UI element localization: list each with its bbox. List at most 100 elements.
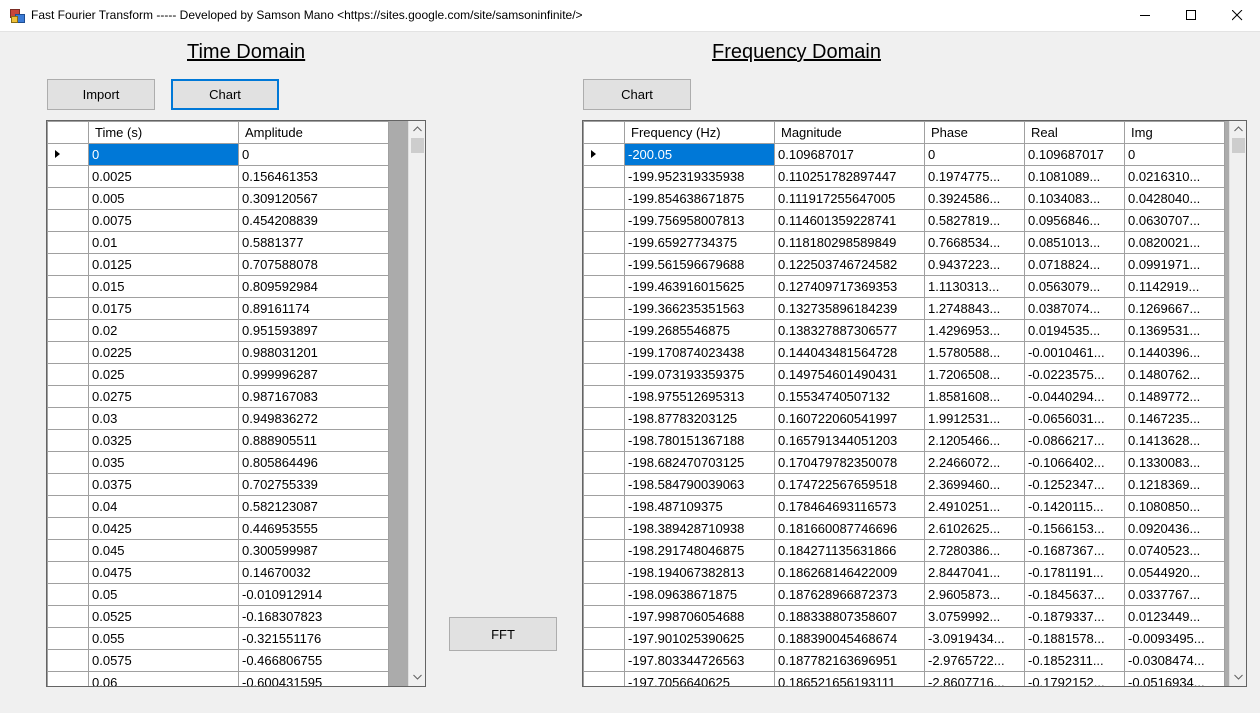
column-header[interactable]: Time (s)	[88, 121, 239, 144]
table-cell[interactable]: 0.5881377	[238, 231, 389, 254]
table-cell[interactable]: 0.446953555	[238, 517, 389, 540]
row-header[interactable]	[47, 297, 89, 320]
table-cell[interactable]: 0.888905511	[238, 429, 389, 452]
table-cell[interactable]: 0.045	[88, 539, 239, 562]
table-cell[interactable]: 0.02	[88, 319, 239, 342]
row-header[interactable]	[583, 363, 625, 386]
table-cell[interactable]: 0.0194535...	[1024, 319, 1125, 342]
row-header[interactable]	[583, 517, 625, 540]
table-row[interactable]: 0.06 -0.600431595	[47, 671, 389, 686]
table-cell[interactable]: 0.309120567	[238, 187, 389, 210]
table-row[interactable]: -198.194067382813 0.186268146422009 2.8447…	[583, 561, 1225, 584]
row-header[interactable]	[47, 451, 89, 474]
table-cell[interactable]: -0.0308474...	[1124, 649, 1225, 672]
table-cell[interactable]: 0.702755339	[238, 473, 389, 496]
table-cell[interactable]: -0.0866217...	[1024, 429, 1125, 452]
row-header[interactable]	[583, 143, 625, 166]
table-cell[interactable]: 0.178464693116573	[774, 495, 925, 518]
row-header[interactable]	[583, 231, 625, 254]
table-cell[interactable]: 0	[88, 143, 239, 166]
table-cell[interactable]: -199.65927734375	[624, 231, 775, 254]
table-row[interactable]: -198.487109375 0.178464693116573 2.4910251…	[583, 495, 1225, 518]
table-cell[interactable]: 0.454208839	[238, 209, 389, 232]
table-cell[interactable]: -0.1252347...	[1024, 473, 1125, 496]
table-cell[interactable]: -197.803344726563	[624, 649, 775, 672]
table-row[interactable]: 0.0375 0.702755339	[47, 473, 389, 496]
table-cell[interactable]: 0.144043481564728	[774, 341, 925, 364]
table-cell[interactable]: 0.0563079...	[1024, 275, 1125, 298]
scroll-down-arrow[interactable]	[409, 669, 425, 686]
table-cell[interactable]: -0.168307823	[238, 605, 389, 628]
table-cell[interactable]: -2.8607716...	[924, 671, 1025, 686]
table-row[interactable]: -198.682470703125 0.170479782350078 2.2466…	[583, 451, 1225, 474]
table-row[interactable]: 0.0025 0.156461353	[47, 165, 389, 188]
time-domain-grid[interactable]: Time (s) Amplitude 0 0 0.0025 0.156461353 0.0…	[46, 120, 426, 687]
table-cell[interactable]: -0.466806755	[238, 649, 389, 672]
table-cell[interactable]: -198.09638671875	[624, 583, 775, 606]
table-row[interactable]: 0.005 0.309120567	[47, 187, 389, 210]
table-cell[interactable]: 0.0216310...	[1124, 165, 1225, 188]
table-cell[interactable]: 0.707588078	[238, 253, 389, 276]
table-row[interactable]: 0.015 0.809592984	[47, 275, 389, 298]
table-cell[interactable]: 0.0125	[88, 253, 239, 276]
table-row[interactable]: -198.975512695313 0.15534740507132 1.85816…	[583, 385, 1225, 408]
row-header[interactable]	[47, 605, 89, 628]
table-cell[interactable]: 0.3924586...	[924, 187, 1025, 210]
table-row[interactable]: 0.055 -0.321551176	[47, 627, 389, 650]
table-cell[interactable]: 2.2466072...	[924, 451, 1025, 474]
scroll-thumb[interactable]	[1232, 138, 1245, 153]
table-cell[interactable]: 0.1330083...	[1124, 451, 1225, 474]
row-header[interactable]	[583, 671, 625, 686]
table-row[interactable]: -199.2685546875 0.138327887306577 1.429695…	[583, 319, 1225, 342]
table-cell[interactable]: 0.0075	[88, 209, 239, 232]
table-row[interactable]: -199.073193359375 0.149754601490431 1.7206…	[583, 363, 1225, 386]
table-cell[interactable]: 1.2748843...	[924, 297, 1025, 320]
table-cell[interactable]: 0.0820021...	[1124, 231, 1225, 254]
table-cell[interactable]: 0.015	[88, 275, 239, 298]
table-cell[interactable]: -198.780151367188	[624, 429, 775, 452]
table-cell[interactable]: 0.1480762...	[1124, 363, 1225, 386]
table-row[interactable]: -197.803344726563 0.187782163696951 -2.976…	[583, 649, 1225, 672]
table-row[interactable]: -198.09638671875 0.187628966872373 2.96058…	[583, 583, 1225, 606]
fft-button[interactable]: FFT	[449, 617, 557, 651]
table-cell[interactable]: -0.1420115...	[1024, 495, 1125, 518]
table-cell[interactable]: 0.0525	[88, 605, 239, 628]
table-cell[interactable]: 0.1369531...	[1124, 319, 1225, 342]
row-header[interactable]	[47, 253, 89, 276]
table-cell[interactable]: 0.035	[88, 451, 239, 474]
row-header[interactable]	[583, 341, 625, 364]
row-header[interactable]	[47, 143, 89, 166]
table-cell[interactable]: 2.9605873...	[924, 583, 1025, 606]
table-row[interactable]: 0.0075 0.454208839	[47, 209, 389, 232]
row-header[interactable]	[47, 187, 89, 210]
row-header[interactable]	[583, 473, 625, 496]
column-header[interactable]: Real	[1024, 121, 1125, 144]
table-cell[interactable]: 0.0575	[88, 649, 239, 672]
table-cell[interactable]: -199.952319335938	[624, 165, 775, 188]
table-cell[interactable]: 1.9912531...	[924, 407, 1025, 430]
table-cell[interactable]: 0.805864496	[238, 451, 389, 474]
row-header[interactable]	[583, 649, 625, 672]
table-cell[interactable]: -2.9765722...	[924, 649, 1025, 672]
table-row[interactable]: 0.0575 -0.466806755	[47, 649, 389, 672]
table-cell[interactable]: 0.1034083...	[1024, 187, 1125, 210]
table-row[interactable]: 0.025 0.999996287	[47, 363, 389, 386]
table-cell[interactable]: 0.0630707...	[1124, 209, 1225, 232]
row-header[interactable]	[583, 407, 625, 430]
table-cell[interactable]: 0.109687017	[1024, 143, 1125, 166]
table-cell[interactable]: 2.4910251...	[924, 495, 1025, 518]
table-cell[interactable]: 0.149754601490431	[774, 363, 925, 386]
table-cell[interactable]: 0	[238, 143, 389, 166]
table-cell[interactable]: -0.0010461...	[1024, 341, 1125, 364]
row-header[interactable]	[583, 583, 625, 606]
table-cell[interactable]: -200.05	[624, 143, 775, 166]
row-header[interactable]	[47, 583, 89, 606]
table-cell[interactable]: 0.14670032	[238, 561, 389, 584]
table-cell[interactable]: 2.3699460...	[924, 473, 1025, 496]
row-header[interactable]	[47, 165, 89, 188]
close-button[interactable]	[1214, 0, 1260, 31]
table-cell[interactable]: 0.0956846...	[1024, 209, 1125, 232]
table-row[interactable]: -198.780151367188 0.165791344051203 2.1205…	[583, 429, 1225, 452]
table-cell[interactable]: -0.0223575...	[1024, 363, 1125, 386]
table-cell[interactable]: -0.0656031...	[1024, 407, 1125, 430]
